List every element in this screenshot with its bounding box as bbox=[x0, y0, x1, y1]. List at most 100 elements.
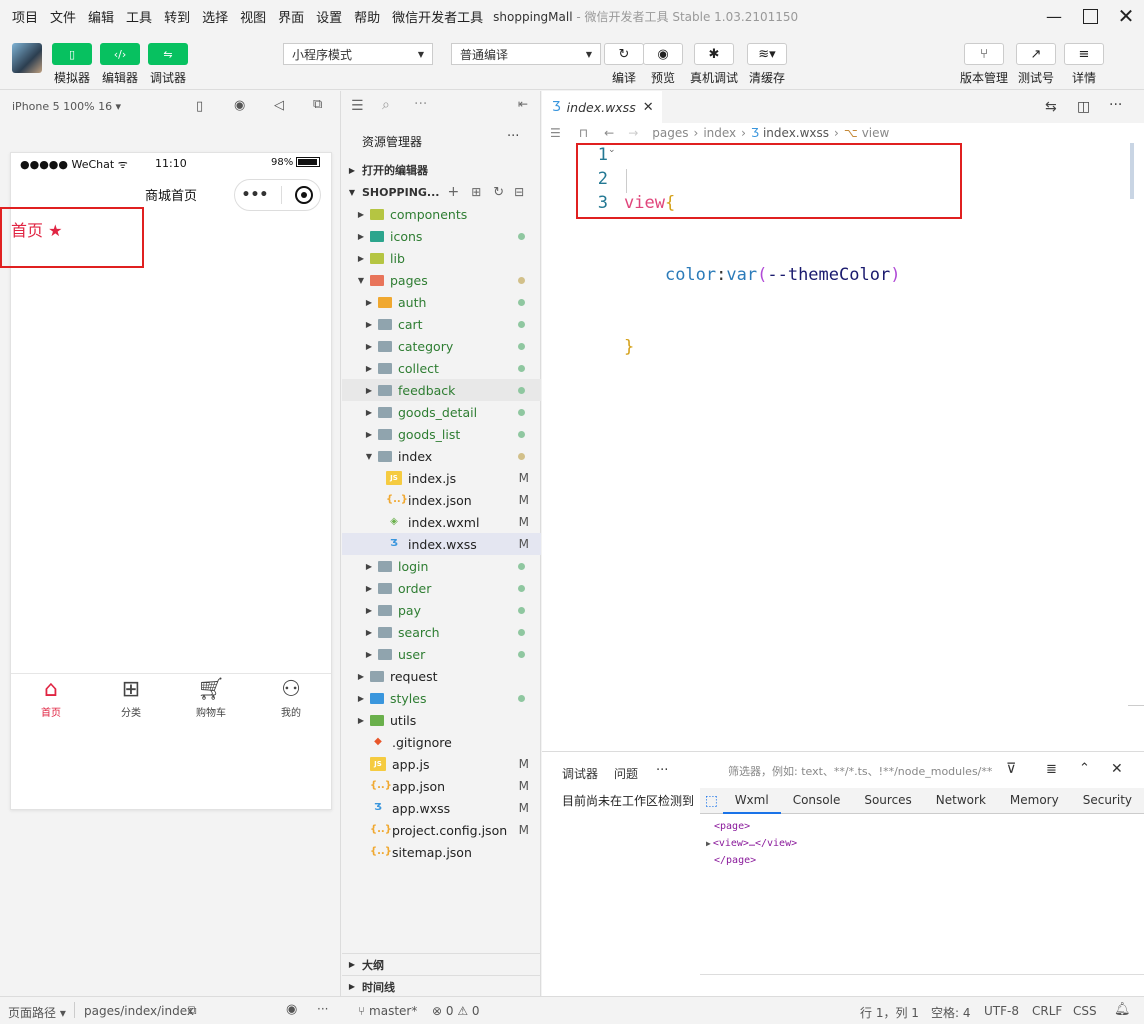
project-section[interactable]: ▼ SHOPPING... + ⊞ ↻ ⊟ bbox=[342, 181, 541, 203]
tree-item[interactable]: ▶ pay bbox=[342, 599, 541, 621]
record-icon[interactable]: ◉ bbox=[234, 98, 245, 113]
wxml-page-open[interactable]: <page> bbox=[714, 818, 797, 835]
devtools-tab[interactable]: Wxml bbox=[722, 788, 781, 814]
tab-home[interactable]: ⌂ 首页 bbox=[11, 674, 91, 722]
maximize-button[interactable] bbox=[1072, 0, 1108, 32]
tree-item[interactable]: ▶ search bbox=[342, 621, 541, 643]
capsule[interactable]: ••• bbox=[234, 179, 321, 211]
split-editor-icon[interactable]: ◫ bbox=[1077, 99, 1090, 115]
menu-item[interactable]: 工具 bbox=[120, 7, 158, 26]
copy-icon[interactable]: ⧉ bbox=[188, 1003, 197, 1018]
menu-item[interactable]: 帮助 bbox=[348, 7, 386, 26]
menu-item[interactable]: 文件 bbox=[44, 7, 82, 26]
list-icon[interactable]: ☰ bbox=[550, 126, 561, 140]
wxml-view[interactable]: ▶ <view>…</view> bbox=[706, 835, 797, 852]
tree-item[interactable]: ▶ category bbox=[342, 335, 541, 357]
compare-icon[interactable]: ⇆ bbox=[1045, 99, 1057, 115]
filter-input[interactable]: 筛选器，例如: text、**/*.ts、!**/node_modules/** bbox=[728, 760, 998, 782]
devtools-tab[interactable]: Console bbox=[781, 788, 853, 814]
collapse-panel-icon[interactable]: ⇤ bbox=[518, 97, 528, 111]
tree-item[interactable]: ◆ .gitignore bbox=[342, 731, 541, 753]
tree-item[interactable]: ◈ index.wxml M bbox=[342, 511, 541, 533]
details-button[interactable]: ≡ 详情 bbox=[1064, 43, 1104, 86]
mode-select[interactable]: 小程序模式 ▼ bbox=[283, 43, 433, 65]
tree-item[interactable]: ▶ goods_detail bbox=[342, 401, 541, 423]
more-icon[interactable]: ··· bbox=[656, 763, 668, 778]
outline-section[interactable]: ▶ 大纲 bbox=[342, 953, 541, 975]
menu-item[interactable]: 设置 bbox=[310, 7, 348, 26]
tree-item[interactable]: {..} index.json M bbox=[342, 489, 541, 511]
tab-problems[interactable]: 问题 bbox=[614, 765, 638, 782]
tree-item[interactable]: ▶ icons bbox=[342, 225, 541, 247]
tab-index-wxss[interactable]: Ʒ index.wxss ✕ bbox=[542, 91, 662, 123]
tree-item[interactable]: ▶ auth bbox=[342, 291, 541, 313]
crumb-file[interactable]: index.wxss bbox=[763, 126, 829, 140]
tree-item[interactable]: JS index.js M bbox=[342, 467, 541, 489]
device-select[interactable]: iPhone 5 100% 16 ▾ bbox=[12, 100, 121, 113]
tree-item[interactable]: ▶ order bbox=[342, 577, 541, 599]
tree-item[interactable]: ▶ lib bbox=[342, 247, 541, 269]
wxml-page-close[interactable]: </page> bbox=[714, 852, 797, 869]
devtools-tab[interactable]: Security bbox=[1071, 788, 1144, 814]
tree-item[interactable]: ▶ request bbox=[342, 665, 541, 687]
close-tab-icon[interactable]: ✕ bbox=[643, 100, 654, 115]
tree-item[interactable]: Ʒapp.wxss M bbox=[342, 797, 541, 819]
tab-debugger[interactable]: 调试器 bbox=[562, 765, 598, 782]
new-folder-icon[interactable]: ⊞ bbox=[471, 185, 481, 199]
menu-item[interactable]: 项目 bbox=[6, 7, 44, 26]
bookmark-icon[interactable]: ⊓ bbox=[579, 126, 588, 140]
popout-icon[interactable]: ⧉ bbox=[313, 97, 322, 112]
problems-count[interactable]: ⊗ 0 ⚠ 0 bbox=[432, 1004, 480, 1018]
eye-icon[interactable]: ◉ bbox=[286, 1002, 297, 1017]
preview-button[interactable]: ◉ 预览 bbox=[643, 43, 683, 86]
menu-item[interactable]: 选择 bbox=[196, 7, 234, 26]
tree-item[interactable]: ▼ pages bbox=[342, 269, 541, 291]
list-icon[interactable]: ☰ bbox=[351, 98, 364, 114]
tree-item[interactable]: ▶ user bbox=[342, 643, 541, 665]
tree-item[interactable]: ▶ cart bbox=[342, 313, 541, 335]
branch[interactable]: ⑂ master* bbox=[358, 1004, 417, 1018]
page-path-label[interactable]: 页面路径 ▾ bbox=[8, 1004, 66, 1021]
close-target-icon[interactable] bbox=[295, 186, 314, 204]
more-icon[interactable]: ··· bbox=[317, 1002, 328, 1016]
forward-icon[interactable]: → bbox=[628, 126, 638, 140]
refresh-icon[interactable]: ↻ bbox=[493, 185, 504, 200]
search-icon[interactable]: ⌕ bbox=[382, 97, 390, 113]
clear-cache-button[interactable]: ≋▾ 清缓存 bbox=[747, 43, 787, 86]
tree-item[interactable]: ▼ index bbox=[342, 445, 541, 467]
expand-icon[interactable]: ▶ bbox=[706, 839, 711, 848]
menu-item[interactable]: 微信开发者工具 bbox=[386, 7, 489, 26]
bell-icon[interactable]: 🔔︎ bbox=[1114, 1002, 1131, 1017]
tree-item[interactable]: ▶ components bbox=[342, 203, 541, 225]
collapse-all-icon[interactable]: ⊟ bbox=[514, 185, 524, 199]
test-no-button[interactable]: ↗ 测试号 bbox=[1016, 43, 1056, 86]
tree-item[interactable]: {..} sitemap.json bbox=[342, 841, 541, 863]
open-editors-section[interactable]: ▶ 打开的编辑器 bbox=[342, 159, 541, 181]
tree-item[interactable]: ▶ styles bbox=[342, 687, 541, 709]
timeline-section[interactable]: ▶ 时间线 bbox=[342, 975, 541, 997]
more-icon[interactable]: ••• bbox=[242, 187, 269, 203]
tree-item[interactable]: {..} project.config.json M bbox=[342, 819, 541, 841]
new-file-icon[interactable]: + bbox=[447, 184, 459, 200]
menu-item[interactable]: 编辑 bbox=[82, 7, 120, 26]
devtools-tab[interactable]: Sources bbox=[852, 788, 923, 814]
tab-category[interactable]: ⊞ 分类 bbox=[91, 674, 171, 722]
tab-cart[interactable]: 🛒︎ 购物车 bbox=[171, 674, 251, 722]
tree-item[interactable]: ▶ goods_list bbox=[342, 423, 541, 445]
tree-item[interactable]: ▶ login bbox=[342, 555, 541, 577]
crumb-pages[interactable]: pages bbox=[652, 126, 688, 140]
menu-item[interactable]: 转到 bbox=[158, 7, 196, 26]
editor-more-icon[interactable]: ··· bbox=[1109, 97, 1122, 113]
close-panel-icon[interactable]: ✕ bbox=[1111, 761, 1123, 777]
devtools-tab[interactable]: Network bbox=[924, 788, 998, 814]
language[interactable]: CSS bbox=[1073, 1004, 1097, 1018]
scrollbar[interactable] bbox=[1130, 143, 1134, 199]
phone-icon[interactable]: ▯ bbox=[196, 99, 203, 114]
minimize-button[interactable]: — bbox=[1036, 0, 1072, 32]
eol[interactable]: CRLF bbox=[1032, 1004, 1062, 1018]
debugger-button[interactable]: ⇋ 调试器 bbox=[148, 43, 188, 86]
inspect-icon[interactable]: ⬚ bbox=[700, 793, 723, 809]
menu-item[interactable]: 视图 bbox=[234, 7, 272, 26]
cursor-position[interactable]: 行 1，列 1 bbox=[860, 1004, 919, 1021]
menu-item[interactable]: 界面 bbox=[272, 7, 310, 26]
